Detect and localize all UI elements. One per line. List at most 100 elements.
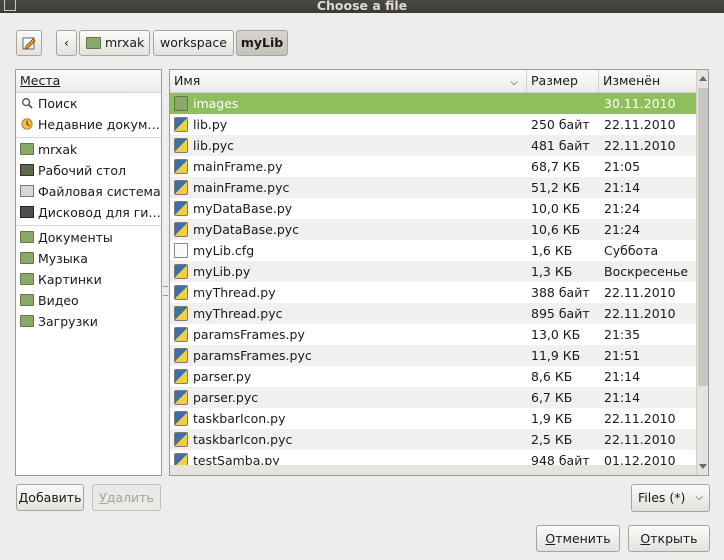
folder-icon bbox=[20, 294, 34, 306]
column-header-label: Имя bbox=[174, 73, 201, 88]
file-modified: Суббота bbox=[604, 243, 659, 258]
column-header-modified[interactable]: Изменён bbox=[599, 70, 696, 92]
file-modified: Воскресенье bbox=[604, 264, 689, 279]
path-segment-current[interactable]: myLib bbox=[236, 30, 288, 56]
path-segment-label: myLib bbox=[240, 35, 284, 50]
sidebar-item-search[interactable]: Поиск bbox=[16, 93, 161, 114]
cancel-button[interactable]: Отменить bbox=[536, 525, 620, 552]
path-back-button[interactable]: ‹ bbox=[56, 30, 77, 56]
column-header-size[interactable]: Размер bbox=[527, 70, 599, 92]
file-name: lib.py bbox=[193, 117, 228, 132]
file-modified: 22.11.2010 bbox=[604, 411, 676, 426]
folder-icon bbox=[20, 315, 34, 327]
sidebar-separator bbox=[16, 225, 161, 226]
python-file-icon bbox=[174, 348, 188, 363]
sidebar-separator bbox=[16, 137, 161, 138]
file-size: 10,0 КБ bbox=[531, 201, 581, 216]
file-row[interactable]: taskbarIcon.pyc 2,5 КБ 22.11.2010 bbox=[170, 429, 696, 450]
open-button[interactable]: Открыть bbox=[628, 525, 710, 552]
python-file-icon bbox=[174, 390, 188, 405]
desktop-icon bbox=[20, 164, 34, 176]
scroll-down-arrow-icon[interactable] bbox=[699, 464, 707, 469]
file-modified: 22.11.2010 bbox=[604, 432, 676, 447]
sidebar-item-documents[interactable]: Документы bbox=[16, 227, 161, 248]
sidebar-item-label: Музыка bbox=[38, 251, 88, 266]
file-row[interactable]: myLib.py 1,3 КБ Воскресенье bbox=[170, 261, 696, 282]
folder-icon bbox=[20, 252, 34, 264]
file-row[interactable]: myThread.pyc 895 байт 22.11.2010 bbox=[170, 303, 696, 324]
sidebar-item-recent[interactable]: Недавние докум… bbox=[16, 114, 161, 135]
window-menu-icon[interactable] bbox=[4, 0, 16, 11]
file-modified: 21:14 bbox=[604, 390, 641, 405]
file-name: myDataBase.py bbox=[193, 201, 293, 216]
file-row[interactable]: mainFrame.py 68,7 КБ 21:05 bbox=[170, 156, 696, 177]
filter-value: Files (*) bbox=[638, 490, 686, 505]
file-size: 8,6 КБ bbox=[531, 369, 573, 384]
file-modified: 21:51 bbox=[604, 348, 641, 363]
file-row[interactable]: parser.pyc 6,7 КБ 21:14 bbox=[170, 387, 696, 408]
file-name: myDataBase.pyc bbox=[193, 222, 300, 237]
remove-bookmark-button[interactable]: Удалить bbox=[92, 484, 161, 511]
places-header-label: Места bbox=[20, 73, 61, 88]
file-row[interactable]: mainFrame.pyc 51,2 КБ 21:14 bbox=[170, 177, 696, 198]
file-modified: 22.11.2010 bbox=[604, 285, 676, 300]
path-segment-label: workspace bbox=[160, 35, 227, 50]
add-bookmark-button[interactable]: Добавить bbox=[16, 484, 84, 511]
search-icon bbox=[22, 98, 33, 109]
python-file-icon bbox=[174, 264, 188, 279]
file-name: myLib.py bbox=[193, 264, 251, 279]
sidebar-item-pictures[interactable]: Картинки bbox=[16, 269, 161, 290]
file-name: parser.py bbox=[193, 369, 252, 384]
file-size: 68,7 КБ bbox=[531, 159, 581, 174]
file-modified: 21:24 bbox=[604, 222, 641, 237]
file-row[interactable]: taskbarIcon.py 1,9 КБ 22.11.2010 bbox=[170, 408, 696, 429]
file-size: 1,6 КБ bbox=[531, 243, 573, 258]
file-name: parser.pyc bbox=[193, 390, 259, 405]
file-row[interactable]: paramsFrames.pyc 11,9 КБ 21:51 bbox=[170, 345, 696, 366]
python-file-icon bbox=[174, 369, 188, 384]
filesystem-icon bbox=[20, 185, 34, 197]
mnemonic-letter: У bbox=[99, 490, 107, 505]
file-name: mainFrame.py bbox=[193, 159, 283, 174]
path-segment-home[interactable]: mrxak bbox=[79, 30, 150, 56]
sidebar-item-music[interactable]: Музыка bbox=[16, 248, 161, 269]
sidebar-item-floppy[interactable]: Дисковод для ги… bbox=[16, 202, 161, 223]
python-file-icon bbox=[174, 411, 188, 426]
folder-icon bbox=[174, 96, 188, 111]
sidebar-item-filesystem[interactable]: Файловая система bbox=[16, 181, 161, 202]
sidebar-item-video[interactable]: Видео bbox=[16, 290, 161, 311]
pane-resize-handle[interactable] bbox=[163, 286, 168, 296]
file-size: 895 байт bbox=[531, 306, 590, 321]
column-header-name[interactable]: Имя ⌵ bbox=[170, 70, 527, 92]
file-name: myLib.cfg bbox=[193, 243, 255, 258]
file-row[interactable]: myThread.py 388 байт 22.11.2010 bbox=[170, 282, 696, 303]
file-size: 2,5 КБ bbox=[531, 432, 573, 447]
file-row[interactable]: myDataBase.pyc 10,6 КБ 21:24 bbox=[170, 219, 696, 240]
scroll-thumb[interactable] bbox=[698, 88, 708, 386]
places-sidebar: Места Поиск Недавние докум… mrxak Рабочи… bbox=[15, 69, 162, 476]
file-row[interactable]: parser.py 8,6 КБ 21:14 bbox=[170, 366, 696, 387]
file-row[interactable]: paramsFrames.py 13,0 КБ 21:35 bbox=[170, 324, 696, 345]
sidebar-item-label: Рабочий стол bbox=[38, 163, 126, 178]
folder-row[interactable]: images 30.11.2010 bbox=[170, 93, 696, 114]
file-name: myThread.pyc bbox=[193, 306, 283, 321]
file-row[interactable]: myDataBase.py 10,0 КБ 21:24 bbox=[170, 198, 696, 219]
file-row[interactable]: myLib.cfg 1,6 КБ Суббота bbox=[170, 240, 696, 261]
sidebar-item-home[interactable]: mrxak bbox=[16, 139, 161, 160]
horizontal-scrollbar[interactable] bbox=[170, 465, 696, 475]
file-row[interactable]: lib.py 250 байт 22.11.2010 bbox=[170, 114, 696, 135]
edit-location-button[interactable] bbox=[16, 30, 42, 56]
python-file-icon bbox=[174, 138, 188, 153]
places-header[interactable]: Места bbox=[16, 70, 161, 93]
window-titlebar: Choose a file bbox=[0, 0, 724, 13]
python-file-icon bbox=[174, 327, 188, 342]
file-row[interactable]: lib.pyc 481 байт 22.11.2010 bbox=[170, 135, 696, 156]
sidebar-item-downloads[interactable]: Загрузки bbox=[16, 311, 161, 332]
vertical-scrollbar[interactable] bbox=[696, 70, 708, 475]
path-segment-workspace[interactable]: workspace bbox=[153, 30, 234, 56]
file-filter-select[interactable]: Files (*) ⌵ bbox=[631, 484, 710, 512]
sidebar-item-label: Дисковод для ги… bbox=[38, 205, 161, 220]
scroll-up-arrow-icon[interactable] bbox=[699, 76, 707, 81]
sidebar-item-desktop[interactable]: Рабочий стол bbox=[16, 160, 161, 181]
path-segment-label: mrxak bbox=[105, 35, 145, 50]
